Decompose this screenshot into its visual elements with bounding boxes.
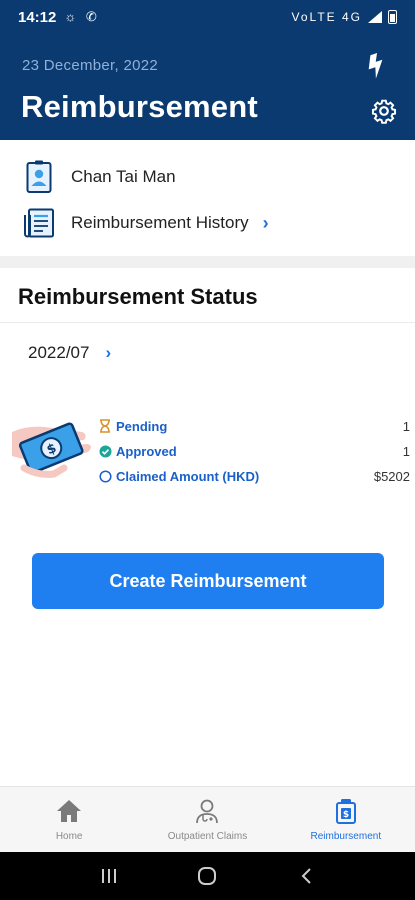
- divider: [0, 322, 415, 323]
- status-bar: 14:12 ☼ ✆ VoLTE 4G: [0, 0, 415, 34]
- nav-label: Outpatient Claims: [167, 831, 248, 842]
- page-title: Reimbursement: [21, 89, 258, 124]
- recent-apps-icon[interactable]: [89, 861, 129, 891]
- hourglass-icon: [98, 419, 112, 433]
- check-circle-icon: [98, 444, 112, 458]
- header-date: 23 December, 2022: [22, 57, 159, 74]
- home-icon: [55, 797, 83, 825]
- system-navigation-bar: [0, 852, 415, 900]
- nav-item-home[interactable]: Home: [0, 787, 138, 852]
- stat-value: $5202: [373, 468, 410, 484]
- stat-row-claimed-amount: Claimed Amount (HKD) $5202: [98, 466, 410, 486]
- nav-label: Home: [55, 831, 83, 842]
- nav-item-reimbursement[interactable]: $ Reimbursement: [277, 787, 415, 852]
- signal-icon: [368, 11, 382, 23]
- user-name: Chan Tai Man: [71, 167, 176, 186]
- svg-text:$: $: [343, 810, 349, 820]
- chevron-right-icon: ›: [105, 343, 112, 362]
- money-hand-illustration: $: [10, 410, 92, 486]
- home-button-icon[interactable]: [187, 861, 227, 891]
- stat-label: Claimed Amount (HKD): [116, 468, 260, 484]
- stat-value: 1: [402, 418, 410, 434]
- status-left-icons: ☼ ✆: [64, 9, 100, 24]
- network-label: VoLTE 4G: [291, 10, 362, 24]
- stat-value: 1: [402, 443, 410, 459]
- stat-row-approved: Approved 1: [98, 441, 410, 461]
- receipt-icon: $: [332, 797, 360, 825]
- settings-gear-icon[interactable]: [370, 97, 398, 125]
- reimbursement-history-link[interactable]: Reimbursement History ›: [0, 200, 415, 246]
- status-right-icons: VoLTE 4G: [292, 10, 397, 24]
- document-list-icon: [22, 206, 56, 240]
- app-header: 14:12 ☼ ✆ VoLTE 4G 23 December, 2022 Rei…: [0, 0, 415, 140]
- stat-label: Pending: [116, 418, 168, 434]
- back-icon[interactable]: [286, 861, 326, 891]
- period-selector[interactable]: 2022/07 ›: [28, 343, 111, 363]
- circle-outline-icon: [98, 469, 112, 483]
- nav-item-outpatient-claims[interactable]: Outpatient Claims: [138, 787, 276, 852]
- id-badge-icon: [22, 160, 56, 194]
- stat-label: Approved: [116, 443, 177, 459]
- battery-icon: [388, 10, 397, 24]
- status-time: 14:12: [18, 8, 57, 26]
- period-label: 2022/07: [28, 343, 90, 362]
- stat-row-pending: Pending 1: [98, 416, 410, 436]
- profile-section: Chan Tai Man Reimbursement History ›: [0, 140, 415, 256]
- profile-row: Chan Tai Man: [0, 154, 415, 200]
- status-section-title: Reimbursement Status: [18, 284, 258, 309]
- bottom-navigation: Home Outpatient Claims $ Reimbursement: [0, 786, 415, 852]
- doctor-icon: [193, 797, 221, 825]
- create-reimbursement-button[interactable]: Create Reimbursement: [32, 553, 384, 609]
- flash-icon[interactable]: [362, 52, 390, 80]
- history-label: Reimbursement History: [71, 213, 249, 232]
- nav-label: Reimbursement: [310, 831, 382, 842]
- chevron-right-icon: ›: [262, 212, 269, 233]
- section-divider: [0, 256, 415, 268]
